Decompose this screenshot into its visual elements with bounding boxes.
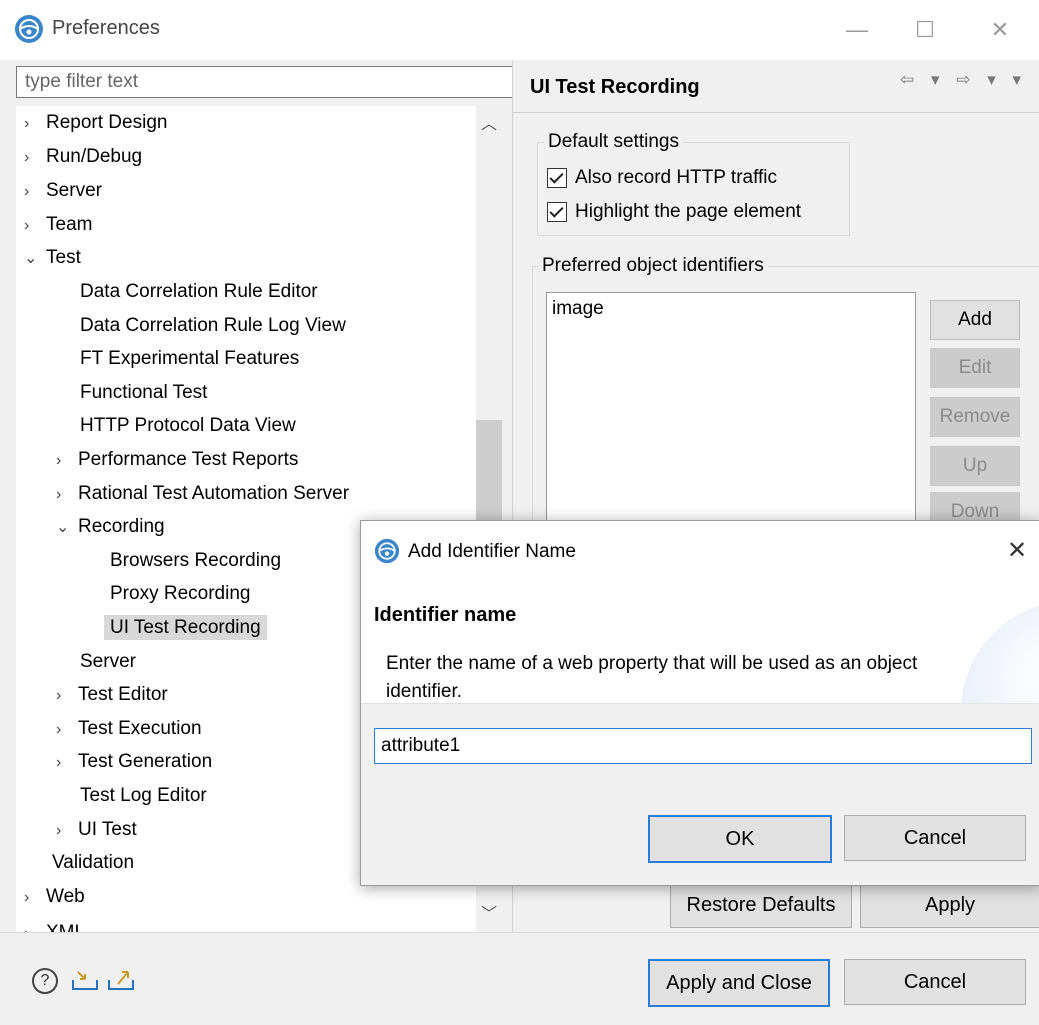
tree-item-web[interactable]: › Web (24, 882, 85, 912)
tree-item-server[interactable]: › Server (24, 176, 102, 206)
tree-item-ui-test-recording[interactable]: UI Test Recording (104, 613, 267, 643)
help-icon[interactable]: ? (32, 968, 58, 994)
identifiers-label: Preferred object identifiers (538, 255, 768, 277)
tree-item-test-generation[interactable]: › Test Generation (56, 747, 212, 777)
header-divider (512, 112, 1039, 113)
tree-item-test-server[interactable]: Server (80, 647, 136, 677)
chevron-right-icon: › (56, 486, 62, 503)
remove-identifier-button[interactable]: Remove (930, 397, 1020, 437)
dialog-title: Add Identifier Name (408, 541, 576, 562)
filter-input[interactable] (16, 66, 514, 98)
tree-item-ui-test[interactable]: › UI Test (56, 815, 137, 845)
tree-item-report-design[interactable]: › Report Design (24, 108, 167, 138)
chevron-right-icon: › (24, 149, 30, 166)
chevron-right-icon: › (24, 919, 46, 932)
scroll-down-icon[interactable]: ﹀ (476, 900, 502, 924)
dialog-cancel-button[interactable]: Cancel (844, 815, 1026, 861)
import-icon[interactable] (70, 968, 100, 992)
tree-item-xml[interactable]: ›XML (24, 918, 85, 932)
chevron-down-icon: ⌄ (56, 519, 70, 536)
tree-item-recording[interactable]: ⌄ Recording (56, 512, 165, 542)
tree-item-validation[interactable]: Validation (52, 848, 134, 878)
tree-item-team[interactable]: › Team (24, 210, 92, 240)
dialog-message: Enter the name of a web property that wi… (386, 653, 918, 702)
tree-item-proxy-recording[interactable]: Proxy Recording (110, 579, 250, 609)
dialog-divider (361, 703, 1039, 704)
close-window-button[interactable]: ✕ (975, 10, 1025, 50)
chevron-right-icon: › (56, 754, 62, 771)
window-title: Preferences (52, 17, 160, 39)
record-http-checkbox[interactable]: Also record HTTP traffic (547, 167, 777, 189)
restore-defaults-button[interactable]: Restore Defaults (670, 882, 852, 928)
app-logo-icon (15, 15, 43, 43)
cancel-button[interactable]: Cancel (844, 959, 1026, 1005)
app-logo-icon (374, 538, 400, 564)
chevron-right-icon: › (56, 687, 62, 704)
maximize-button[interactable]: ☐ (900, 10, 950, 50)
tree-item-data-correlation-rule-editor[interactable]: Data Correlation Rule Editor (80, 277, 318, 307)
default-settings-label: Default settings (544, 131, 683, 153)
scroll-up-icon[interactable]: ︿ (476, 110, 502, 134)
close-icon[interactable]: ✕ (1000, 536, 1034, 566)
tree-item-data-correlation-rule-log-view[interactable]: Data Correlation Rule Log View (80, 311, 346, 341)
chevron-right-icon: › (24, 183, 30, 200)
chevron-down-icon: ⌄ (24, 250, 38, 267)
chevron-right-icon: › (24, 217, 30, 234)
dialog-heading: Identifier name (374, 604, 517, 626)
chevron-right-icon: › (56, 721, 62, 738)
tree-item-ft-experimental-features[interactable]: FT Experimental Features (80, 344, 299, 374)
checkbox-checked-icon (547, 168, 567, 188)
tree-item-browsers-recording[interactable]: Browsers Recording (110, 546, 281, 576)
tree-item-http-protocol-data-view[interactable]: HTTP Protocol Data View (80, 411, 296, 441)
tree-item-run-debug[interactable]: › Run/Debug (24, 142, 142, 172)
highlight-element-checkbox[interactable]: Highlight the page element (547, 201, 801, 223)
tree-item-test[interactable]: ⌄ Test (24, 243, 81, 273)
dialog-banner-decoration (961, 601, 1039, 703)
chevron-right-icon: › (24, 115, 30, 132)
minimize-button[interactable]: — (832, 10, 882, 50)
add-identifier-button[interactable]: Add (930, 300, 1020, 340)
chevron-right-icon: › (56, 452, 62, 469)
tree-item-test-execution[interactable]: › Test Execution (56, 714, 202, 744)
identifier-name-input[interactable] (374, 728, 1032, 764)
list-item[interactable]: image (552, 298, 604, 320)
checkbox-checked-icon (547, 202, 567, 222)
move-up-button[interactable]: Up (930, 446, 1020, 486)
apply-and-close-button[interactable]: Apply and Close (648, 959, 830, 1007)
tree-item-test-editor[interactable]: › Test Editor (56, 680, 168, 710)
export-icon[interactable] (106, 966, 136, 992)
identifiers-list[interactable] (546, 292, 916, 534)
tree-item-performance-test-reports[interactable]: › Performance Test Reports (56, 445, 298, 475)
tree-item-test-log-editor[interactable]: Test Log Editor (80, 781, 207, 811)
tree-item-functional-test[interactable]: Functional Test (80, 378, 207, 408)
tree-item-rational-test-automation-server[interactable]: › Rational Test Automation Server (56, 479, 349, 509)
apply-button[interactable]: Apply (860, 882, 1039, 928)
chevron-right-icon: › (56, 822, 62, 839)
page-title: UI Test Recording (530, 76, 700, 98)
ok-button[interactable]: OK (648, 815, 832, 863)
history-nav-icon[interactable]: ⇦ ▾ ⇨ ▾ ▾ (900, 70, 1027, 90)
chevron-right-icon: › (24, 889, 30, 906)
edit-identifier-button[interactable]: Edit (930, 348, 1020, 388)
